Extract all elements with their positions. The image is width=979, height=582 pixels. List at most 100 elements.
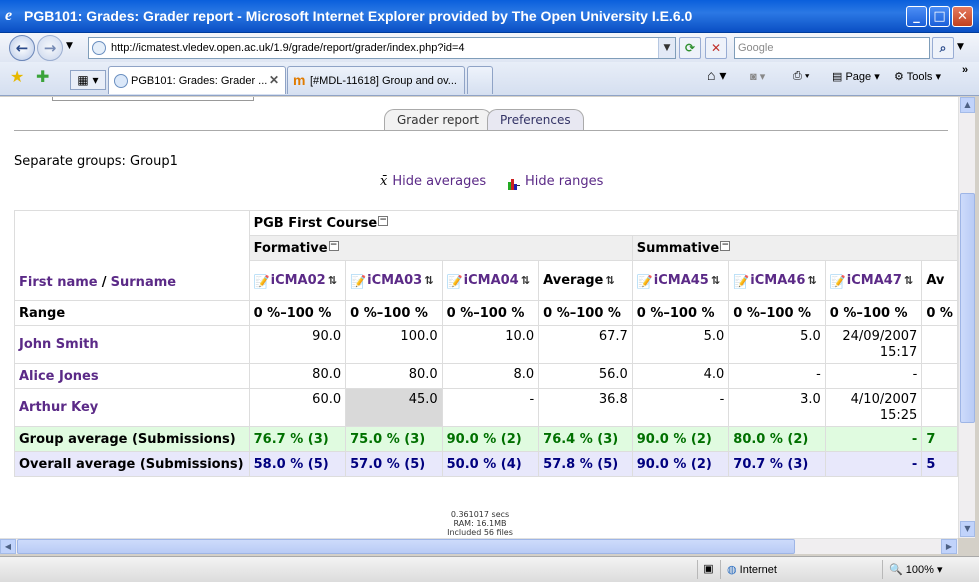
horizontal-scroll-thumb[interactable] (17, 539, 795, 554)
collapse-course-icon[interactable]: − (378, 215, 389, 226)
column-icma03[interactable]: 📝iCMA03 ⇅ (345, 260, 443, 301)
column-icma46[interactable]: 📝iCMA46 ⇅ (728, 260, 826, 301)
security-zone[interactable]: ◍ Internet (720, 560, 880, 579)
sort-arrows-icon[interactable]: ⇅ (807, 274, 816, 287)
quick-tabs-button[interactable]: ▦ ▾ (70, 70, 106, 90)
column-average-2[interactable]: Av (921, 260, 958, 301)
favorites-star-icon[interactable]: ★ (10, 67, 24, 86)
column-label: iCMA47 (846, 272, 902, 288)
address-bar[interactable]: http://icmatest.vledev.open.ac.uk/1.9/gr… (88, 37, 676, 59)
add-favorites-icon[interactable]: ✚ (36, 67, 49, 86)
grade-cell[interactable]: 80.0 (248, 363, 347, 389)
back-button[interactable]: ← (9, 35, 35, 61)
student-name-link[interactable]: Arthur Key (14, 388, 250, 427)
column-icma04[interactable]: 📝iCMA04 ⇅ (441, 260, 540, 301)
refresh-button[interactable]: ⟳ (679, 37, 701, 59)
vertical-scrollbar[interactable]: ▲ ▼ (958, 97, 975, 538)
column-icma47[interactable]: 📝iCMA47 ⇅ (824, 260, 923, 301)
tools-menu[interactable]: ⚙ Tools ▾ (894, 70, 941, 83)
sort-arrows-icon[interactable]: ⇅ (904, 274, 913, 287)
sort-arrows-icon[interactable]: ⇅ (328, 274, 337, 287)
tab-preferences[interactable]: Preferences (487, 109, 584, 131)
grade-cell[interactable]: 80.0 (345, 363, 443, 389)
grade-cell[interactable]: 8.0 (441, 363, 540, 389)
grade-cell[interactable] (921, 325, 958, 364)
stop-button[interactable]: ✕ (705, 37, 727, 59)
grade-cell[interactable]: 3.0 (728, 388, 826, 427)
tab-label: Preferences (500, 113, 571, 127)
scroll-left-icon[interactable]: ◀ (0, 539, 16, 554)
grade-cell[interactable]: 90.0 (248, 325, 347, 364)
collapse-formative-icon[interactable]: − (328, 240, 339, 251)
forward-button[interactable]: → (37, 35, 63, 61)
minimize-button[interactable]: _ (906, 6, 927, 27)
hide-averages-link[interactable]: x̄ Hide averages (380, 174, 486, 189)
sort-arrows-icon[interactable]: ⇅ (521, 274, 530, 287)
scroll-down-icon[interactable]: ▼ (960, 521, 975, 537)
grade-cell[interactable]: 4/10/2007 15:25 (824, 388, 923, 427)
grade-cell[interactable]: 100.0 (345, 325, 443, 364)
grade-cell[interactable]: 60.0 (248, 388, 347, 427)
range-cell: 0 %–100 % (538, 300, 633, 326)
sort-arrows-icon[interactable]: ⇅ (711, 274, 720, 287)
popup-blocker-icon[interactable]: ▣ (697, 560, 719, 579)
average-value: 80.0 % (2) (728, 426, 826, 452)
title-bar: e PGB101: Grades: Grader report - Micros… (0, 0, 979, 33)
chevron-more-icon[interactable]: » (962, 64, 968, 76)
column-label: iCMA45 (653, 272, 709, 288)
grade-cell[interactable] (921, 363, 958, 389)
grade-cell[interactable]: - (441, 388, 540, 427)
view-select[interactable] (52, 97, 254, 101)
page-content: Grader report Preferences Separate group… (0, 97, 958, 538)
sort-arrows-icon[interactable]: ⇅ (605, 274, 614, 287)
grade-cell[interactable]: 5.0 (631, 325, 730, 364)
grade-cell[interactable]: - (824, 363, 923, 389)
grade-cell[interactable]: - (631, 388, 730, 427)
search-options-icon[interactable]: ▼ (957, 42, 964, 52)
search-icon[interactable]: ⌕ (932, 37, 954, 59)
group-selector-label: Separate groups: Group1 (14, 154, 178, 169)
tab-grader-report[interactable]: PGB101: Grades: Grader ... ✕ (108, 66, 286, 94)
average-value: 58.0 % (5) (248, 451, 347, 477)
surname-sort-link[interactable]: Surname (111, 275, 176, 290)
column-icma02[interactable]: 📝iCMA02 ⇅ (248, 260, 347, 301)
vertical-scroll-thumb[interactable] (960, 193, 975, 423)
grade-cell[interactable]: 5.0 (728, 325, 826, 364)
tab-grader-report-page[interactable]: Grader report (384, 109, 492, 131)
column-icma45[interactable]: 📝iCMA45 ⇅ (631, 260, 730, 301)
horizontal-scrollbar[interactable]: ◀ ▶ (0, 538, 958, 554)
page-menu[interactable]: ▤ Page ▾ (832, 70, 880, 83)
student-name-link[interactable]: John Smith (14, 325, 250, 364)
course-header: PGB First Course − (248, 210, 958, 236)
maximize-button[interactable]: □ (929, 6, 950, 27)
feeds-icon[interactable]: ◙ ▾ (750, 70, 765, 83)
collapse-summative-icon[interactable]: − (720, 240, 731, 251)
first-name-sort-link[interactable]: First name (19, 275, 98, 290)
hide-ranges-link[interactable]: Hide ranges (508, 174, 603, 190)
scroll-right-icon[interactable]: ▶ (941, 539, 957, 554)
grade-cell[interactable] (921, 388, 958, 427)
page-icon (114, 74, 128, 88)
new-tab-button[interactable] (467, 66, 493, 94)
print-icon[interactable]: ⎙ ▾ (793, 70, 809, 83)
scroll-up-icon[interactable]: ▲ (960, 97, 975, 113)
moodle-m-icon: m (293, 72, 306, 88)
close-tab-icon[interactable]: ✕ (269, 73, 279, 87)
tab-mdl-11618[interactable]: m [#MDL-11618] Group and ov... (287, 66, 465, 94)
column-label: iCMA03 (367, 272, 423, 288)
grade-cell[interactable]: - (728, 363, 826, 389)
group-average-label: Group average (Submissions) (14, 426, 250, 452)
home-icon[interactable]: ⌂ ▾ (707, 67, 726, 84)
history-dropdown-icon[interactable]: ▼ (66, 41, 73, 51)
column-average[interactable]: Average ⇅ (538, 260, 633, 301)
zoom-control[interactable]: 🔍 100% ▾ (882, 560, 972, 579)
grade-cell-overridden[interactable]: 45.0 (345, 388, 443, 427)
close-button[interactable]: ✕ (952, 6, 973, 27)
grade-cell[interactable]: 10.0 (441, 325, 540, 364)
url-dropdown-icon[interactable]: ▼ (658, 38, 675, 58)
grade-cell[interactable]: 4.0 (631, 363, 730, 389)
search-input[interactable]: Google (734, 37, 930, 59)
grade-cell[interactable]: 24/09/2007 15:17 (824, 325, 923, 364)
sort-arrows-icon[interactable]: ⇅ (424, 274, 433, 287)
student-name-link[interactable]: Alice Jones (14, 363, 250, 389)
